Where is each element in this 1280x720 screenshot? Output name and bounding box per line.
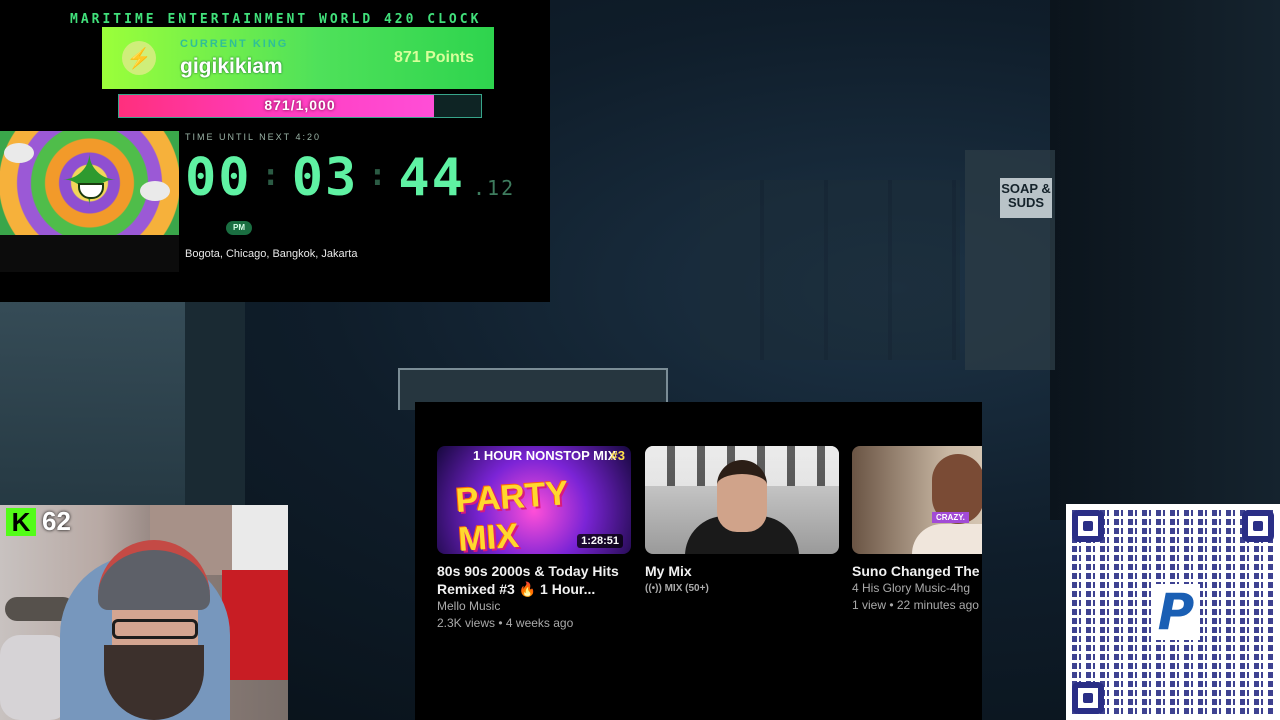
video-thumbnail[interactable]: CRAZY. — [852, 446, 982, 554]
background-wall — [0, 300, 200, 510]
points-progress-bar: 871/1,000 — [118, 94, 482, 118]
qr-finder — [1072, 682, 1104, 714]
webcam-red-box — [222, 570, 288, 680]
countdown-timer: 00:03:44.12 — [185, 148, 515, 208]
clock-title: MARITIME ENTERTAINMENT WORLD 420 CLOCK — [70, 12, 482, 27]
cities-list: Bogota, Chicago, Bangkok, Jakarta — [185, 248, 358, 260]
channel-name[interactable]: Mello Music — [437, 598, 631, 615]
webcam-glasses — [112, 619, 198, 639]
channel-name[interactable]: 4 His Glory Music-4hg — [852, 580, 982, 597]
time-until-label: TIME UNTIL NEXT 4:20 — [185, 132, 322, 142]
video-meta: 2.3K views • 4 weeks ago — [437, 616, 574, 630]
thumbnail-person — [912, 524, 982, 554]
paypal-icon: P — [1152, 583, 1200, 641]
video-title[interactable]: 80s 90s 2000s & Today Hits Remixed #3 🔥 … — [437, 562, 631, 598]
smoke-puff — [140, 181, 170, 201]
smoke-puff — [4, 143, 34, 163]
lightning-icon: ⚡ — [122, 41, 156, 75]
background-wall-panels — [700, 180, 960, 360]
countdown-hundredths: .12 — [473, 176, 516, 200]
thumbnail-text: 1 HOUR NONSTOP MIX — [473, 448, 617, 463]
countdown-hours: 00 — [185, 148, 252, 208]
king-points: 871 Points — [393, 49, 474, 66]
video-duration: 1:28:51 — [577, 534, 623, 548]
countdown-minutes: 03 — [291, 148, 359, 208]
video-card[interactable]: 1 HOUR NONSTOP MIX #3 PARTY MIX 1:28:51 … — [437, 446, 631, 632]
qr-finder — [1072, 510, 1104, 542]
video-meta: 1 view • 22 minutes ago — [852, 598, 979, 612]
background-window — [1050, 0, 1280, 520]
colon-separator: : — [261, 158, 282, 193]
video-card[interactable]: My Mix ((•)) MIX (50+) — [645, 446, 839, 594]
youtube-recommendations: 1 HOUR NONSTOP MIX #3 PARTY MIX 1:28:51 … — [415, 402, 982, 720]
video-thumbnail[interactable]: 1 HOUR NONSTOP MIX #3 PARTY MIX 1:28:51 — [437, 446, 631, 554]
kick-logo-icon: K — [6, 507, 36, 536]
thumbnail-face — [717, 460, 767, 532]
background-sign: SOAP & SUDS — [1000, 178, 1052, 218]
thumbnail-tag: CRAZY. — [932, 512, 969, 523]
video-thumbnail[interactable] — [645, 446, 839, 554]
king-name: gigikikiam — [180, 55, 283, 78]
viewer-count: 62 — [42, 506, 71, 536]
colon-separator: : — [368, 158, 389, 193]
qr-finder — [1242, 510, 1274, 542]
webcam-feed — [0, 505, 288, 720]
clock-overlay: MARITIME ENTERTAINMENT WORLD 420 CLOCK ⚡… — [0, 0, 550, 302]
king-label: CURRENT KING — [180, 38, 289, 50]
ampm-badge: PM — [226, 221, 252, 235]
leaf-icon: ✦ — [60, 142, 119, 220]
video-card[interactable]: CRAZY. Suno Changed The G 4 His Glory Mu… — [852, 446, 982, 614]
kick-viewer-badge: K 62 — [6, 506, 71, 537]
current-king-card: ⚡ CURRENT KING gigikikiam 871 Points — [102, 27, 494, 89]
mix-badge: ((•)) MIX (50+) — [645, 583, 709, 594]
video-title[interactable]: Suno Changed The G — [852, 562, 982, 580]
countdown-seconds: 44 — [398, 148, 465, 208]
mascot-footer — [0, 235, 179, 272]
video-title[interactable]: My Mix — [645, 562, 839, 580]
progress-text: 871/1,000 — [264, 97, 336, 113]
webcam-cabinet — [232, 505, 288, 570]
paypal-qr-code[interactable]: P — [1066, 504, 1280, 720]
thumbnail-number: #3 — [610, 448, 625, 463]
cannabis-mascot-image: ✦ — [0, 131, 179, 235]
